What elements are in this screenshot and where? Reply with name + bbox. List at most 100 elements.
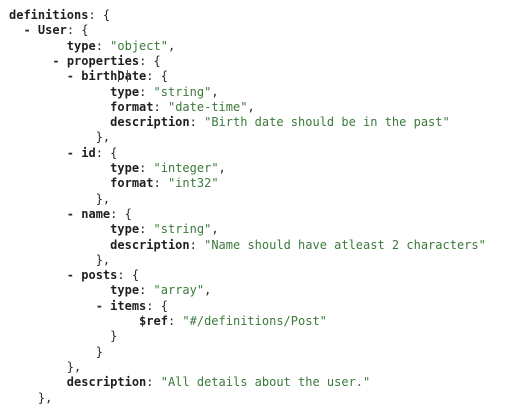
- code-line: - posts: {: [9, 268, 139, 282]
- collapse-toggle[interactable]: -: [96, 299, 110, 313]
- punctuation: : {: [66, 23, 89, 38]
- punctuation: :: [189, 237, 205, 252]
- property-key: type: [110, 283, 140, 298]
- string-value: "Name should have atleast 2 characters": [204, 237, 486, 252]
- string-value: "#/definitions/Post": [182, 314, 327, 328]
- collapse-toggle[interactable]: -: [23, 23, 37, 37]
- trailing-comma: ,: [167, 38, 176, 53]
- collapse-toggle[interactable]: -: [67, 69, 81, 83]
- code-line: }: [9, 345, 103, 359]
- punctuation: :: [153, 99, 168, 114]
- code-line: $ref: "#/definitions/Post": [9, 314, 327, 328]
- punctuation: :: [139, 84, 154, 99]
- property-key: type: [66, 38, 96, 53]
- trailing-comma: ,: [218, 161, 226, 175]
- punctuation: : {: [88, 8, 111, 22]
- punctuation: :: [189, 115, 205, 130]
- punctuation: : {: [146, 298, 168, 313]
- property-key: birthDate: [81, 69, 147, 84]
- json-schema-viewer: definitions: { - User: { type: "object",…: [0, 0, 507, 413]
- code-line: description: "Name should have atleast 2…: [9, 238, 486, 252]
- code-line: - items: {: [9, 299, 168, 313]
- collapse-toggle[interactable]: -: [52, 54, 66, 68]
- property-key: type: [110, 84, 140, 99]
- code-line: },: [9, 360, 81, 374]
- property-key: description: [66, 375, 147, 390]
- punctuation: },: [95, 130, 111, 145]
- collapse-toggle[interactable]: -: [67, 146, 81, 160]
- property-key: $ref: [139, 314, 168, 328]
- property-key: id: [81, 145, 96, 160]
- property-key: format: [110, 99, 154, 114]
- code-line: type: "array",: [9, 283, 211, 297]
- code-line: },: [9, 391, 52, 405]
- property-key: posts: [81, 268, 118, 283]
- trailing-comma: ,: [204, 283, 212, 298]
- punctuation: :: [146, 375, 161, 390]
- punctuation: :: [139, 161, 154, 175]
- code-line: type: "integer",: [9, 161, 226, 175]
- punctuation: },: [95, 191, 111, 206]
- code-line: - id: {: [9, 145, 118, 160]
- code-line: description: "Birth date should be in th…: [9, 115, 450, 129]
- string-value: "string": [153, 84, 212, 99]
- code-line: - birthDate: {: [9, 69, 168, 83]
- code-line: },: [9, 130, 110, 144]
- code-line: },: [9, 192, 110, 206]
- code-line: - properties: {: [9, 53, 161, 68]
- collapse-toggle[interactable]: -: [67, 268, 81, 282]
- punctuation: :: [167, 314, 183, 328]
- string-value: "string": [153, 222, 212, 237]
- collapse-toggle[interactable]: -: [67, 207, 81, 221]
- code-line: format: "date-time",: [9, 100, 255, 114]
- code-line: description: "All details about the user…: [9, 375, 370, 389]
- string-value: "All details about the user.": [160, 375, 371, 390]
- punctuation: : {: [117, 268, 140, 283]
- trailing-comma: ,: [211, 84, 219, 99]
- string-value: "object": [110, 38, 168, 53]
- punctuation: : {: [139, 53, 161, 68]
- punctuation: :: [139, 222, 154, 237]
- property-key: description: [110, 115, 190, 130]
- trailing-comma: ,: [211, 222, 219, 237]
- code-line: }: [9, 329, 117, 343]
- punctuation: },: [66, 359, 82, 374]
- string-value: "int32": [167, 176, 219, 191]
- code-line: - name: {: [9, 207, 132, 221]
- code-line: type: "string",: [9, 222, 219, 237]
- punctuation: :: [153, 176, 168, 191]
- punctuation: : {: [146, 69, 168, 84]
- punctuation: },: [95, 252, 111, 267]
- string-value: "date-time": [167, 99, 248, 114]
- property-key: items: [110, 298, 147, 313]
- code-line: definitions: {: [9, 8, 110, 22]
- punctuation: :: [139, 283, 154, 298]
- string-value: "Birth date should be in the past": [204, 115, 450, 130]
- property-key: User: [37, 23, 67, 38]
- property-key: definitions: [9, 8, 89, 22]
- punctuation: }: [95, 344, 103, 359]
- property-key: name: [81, 206, 111, 221]
- property-key: format: [110, 176, 154, 191]
